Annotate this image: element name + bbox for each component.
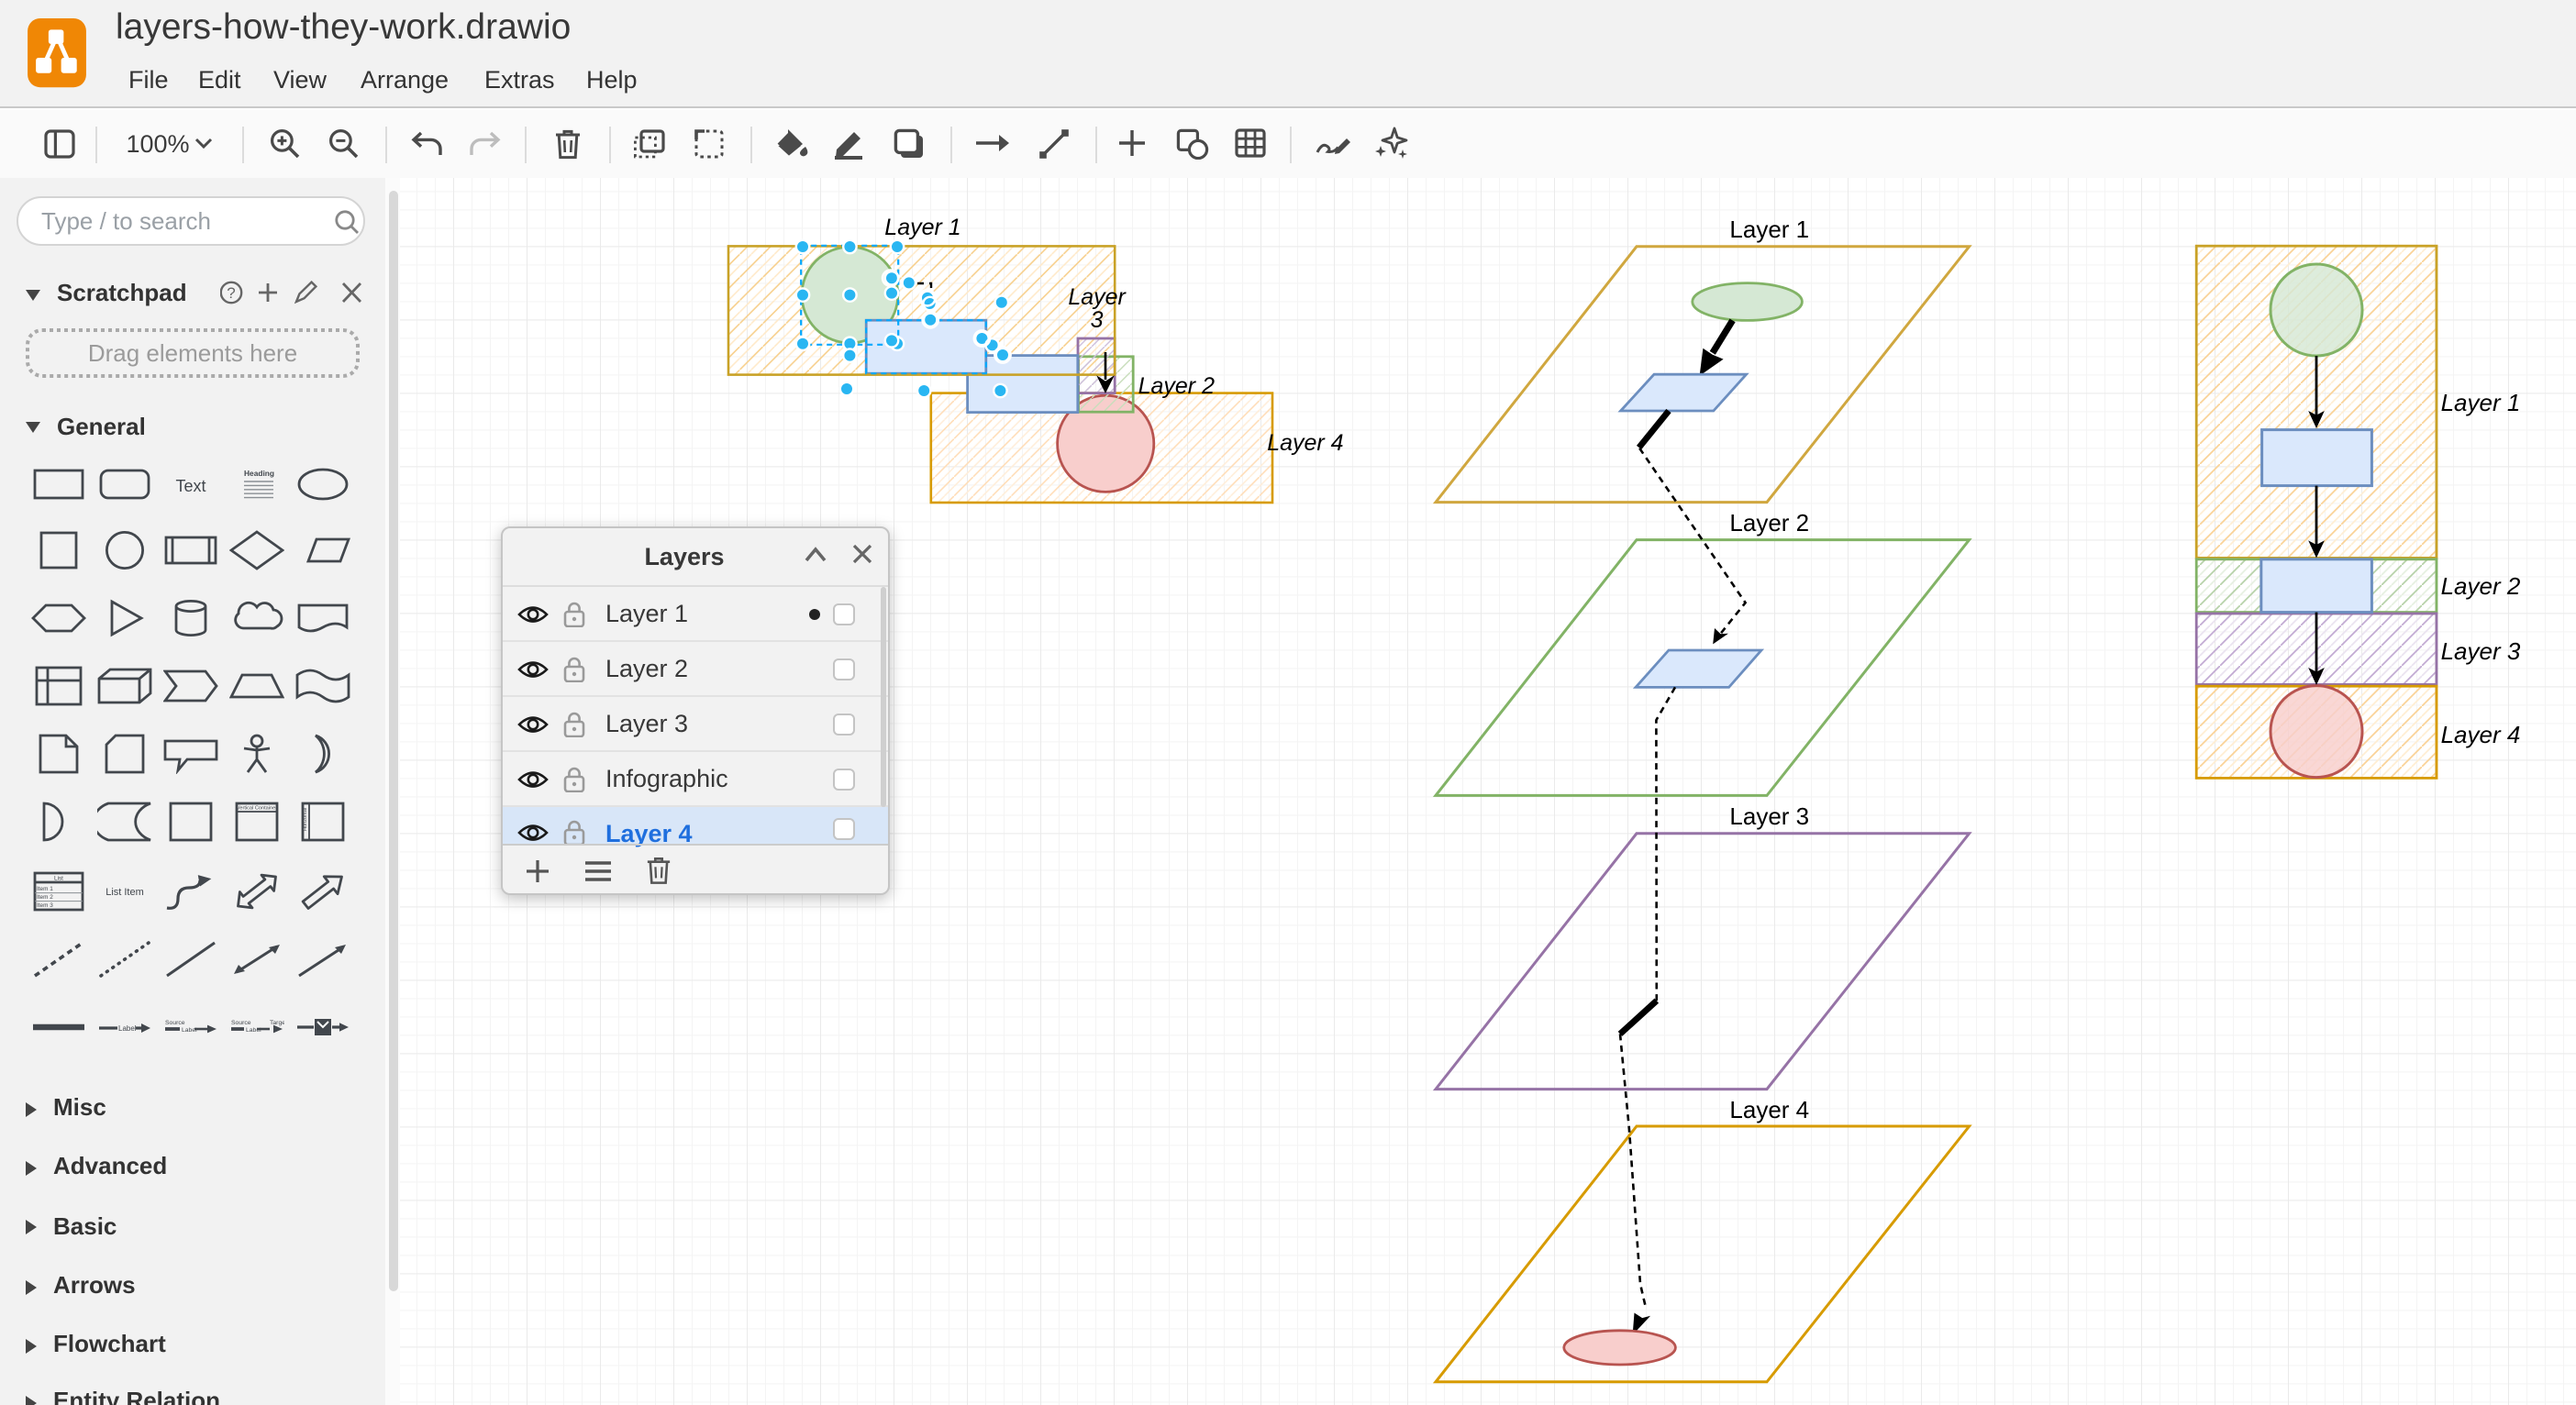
svg-text:Layer 2: Layer 2 <box>1138 373 1215 399</box>
svg-text:?: ? <box>227 284 235 302</box>
svg-text:Layer 4: Layer 4 <box>1267 430 1343 456</box>
svg-text:Layer 1: Layer 1 <box>2441 389 2521 416</box>
svg-text:Layer 1: Layer 1 <box>1729 216 1809 243</box>
svg-text:3: 3 <box>1091 307 1104 333</box>
svg-text:Item 1: Item 1 <box>37 886 53 892</box>
svg-text:Vertical Container: Vertical Container <box>237 806 277 812</box>
svg-text:Text: Text <box>175 476 205 494</box>
svg-text:Item 2: Item 2 <box>37 894 53 901</box>
svg-text:List Item: List Item <box>105 887 144 898</box>
svg-text:Layer 1: Layer 1 <box>884 215 960 240</box>
svg-text:Layer 4: Layer 4 <box>2441 721 2521 748</box>
svg-text:Layer 2: Layer 2 <box>2441 572 2521 600</box>
svg-text:List: List <box>54 876 63 882</box>
svg-text:Horizontal: Horizontal <box>303 809 308 832</box>
svg-text:Source: Source <box>231 1020 251 1026</box>
svg-text:Layer 4: Layer 4 <box>1729 1096 1809 1123</box>
svg-text:Layer: Layer <box>1068 284 1127 310</box>
svg-text:Item 3: Item 3 <box>37 902 53 909</box>
svg-text:Label: Label <box>118 1024 137 1033</box>
svg-text:Layer 2: Layer 2 <box>1729 509 1809 537</box>
svg-text:Layer 3: Layer 3 <box>2441 637 2521 665</box>
svg-text:Heading: Heading <box>244 468 274 477</box>
svg-text:Target: Target <box>270 1020 284 1026</box>
svg-text:Layer 3: Layer 3 <box>1729 802 1809 830</box>
svg-text:Source: Source <box>165 1020 185 1026</box>
